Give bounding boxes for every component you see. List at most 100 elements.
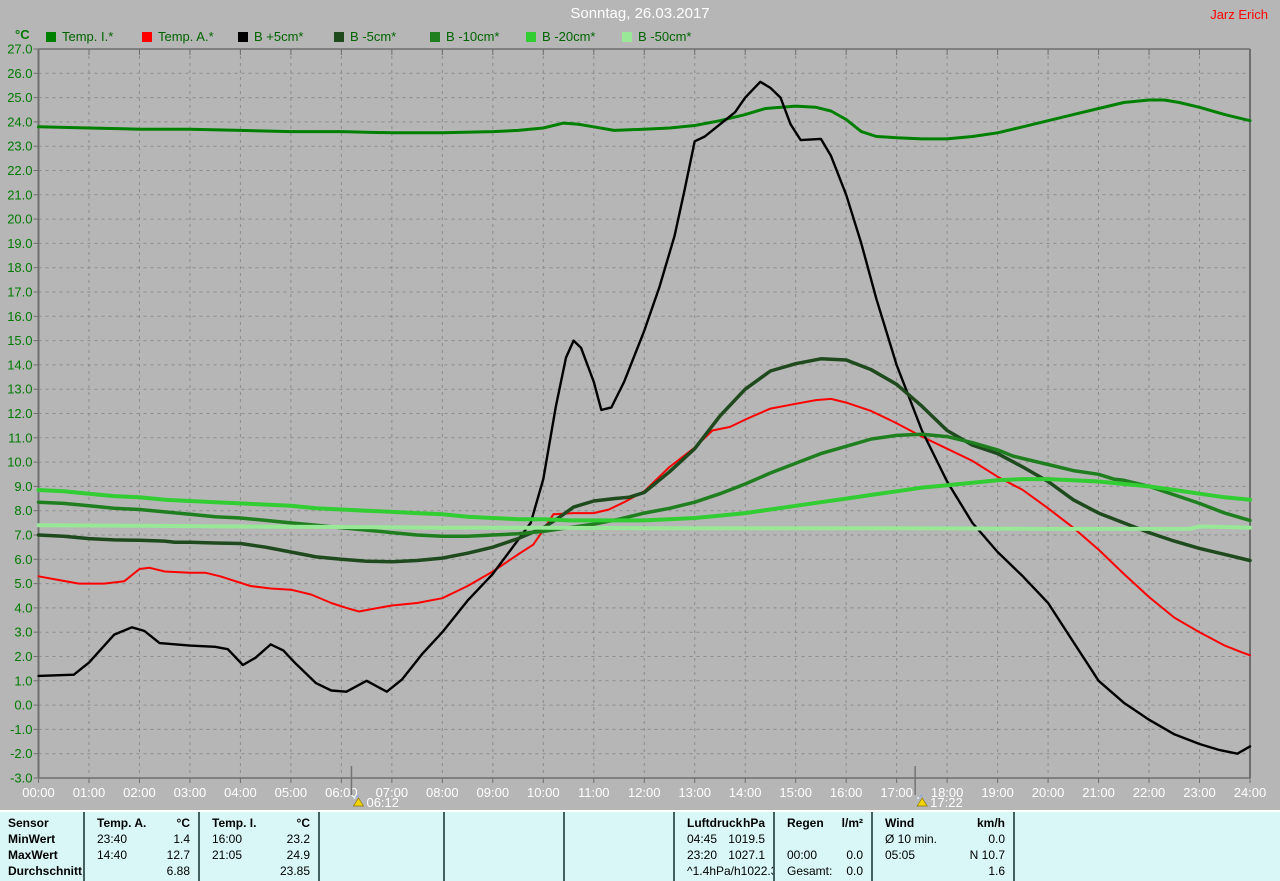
stats-col-header [445, 815, 457, 831]
x-tick-label: 19:00 [981, 785, 1014, 800]
x-tick-label: 12:00 [628, 785, 661, 800]
stats-cell-value [555, 847, 563, 863]
y-tick-label: 23.0 [7, 139, 32, 154]
stats-col-header [1015, 815, 1027, 831]
stats-col-header: Regen [775, 815, 824, 831]
stats-col-header: Temp. A. [85, 815, 146, 831]
stats-cell-value: 0.0 [846, 847, 871, 863]
y-tick-label: 26.0 [7, 66, 32, 81]
stats-cell-time: ^1.4hPa/h [675, 863, 741, 879]
stats-col-temp-i-: Temp. I.°C16:0023.221:0524.923.85 [200, 812, 320, 881]
stats-row-label: Durchschnitt [0, 863, 82, 879]
sunset-icon [917, 798, 927, 806]
x-tick-label: 04:00 [224, 785, 257, 800]
sunrise-time-label: 06:12 [366, 795, 399, 810]
x-tick-label: 09:00 [477, 785, 510, 800]
stats-cell-time [200, 863, 212, 879]
y-tick-label: 17.0 [7, 285, 32, 300]
x-tick-label: 24:00 [1234, 785, 1267, 800]
stats-col-unit: l/m² [842, 815, 871, 831]
x-tick-label: 23:00 [1183, 785, 1216, 800]
stats-cell-value: N 10.7 [970, 847, 1013, 863]
stats-cell-time [445, 831, 457, 847]
y-tick-label: -3.0 [10, 771, 32, 786]
y-tick-label: 12.0 [7, 406, 32, 421]
sunset-time-label: 17:22 [930, 795, 963, 810]
stats-cell-value: 12.7 [167, 847, 198, 863]
sunset-icon-sparkle [917, 797, 919, 799]
stats-cell-value [555, 863, 563, 879]
x-tick-label: 21:00 [1082, 785, 1115, 800]
x-tick-label: 11:00 [578, 785, 610, 800]
y-tick-label: 16.0 [7, 309, 32, 324]
stats-cell-time: 05:05 [873, 847, 915, 863]
x-tick-label: 03:00 [174, 785, 207, 800]
stats-cell-time [445, 847, 457, 863]
y-tick-label: 19.0 [7, 236, 32, 251]
y-tick-label: 9.0 [14, 479, 32, 494]
stats-col-row-labels: SensorMinWertMaxWertDurchschnitt [0, 812, 85, 881]
x-tick-label: 20:00 [1032, 785, 1065, 800]
stats-cell-time [320, 847, 332, 863]
stats-cell-time: 14:40 [85, 847, 127, 863]
y-tick-label: 10.0 [7, 455, 32, 470]
y-tick-label: 22.0 [7, 163, 32, 178]
stats-cell-value: 1.4 [173, 831, 198, 847]
stats-cell-time: 16:00 [200, 831, 242, 847]
y-tick-label: 7.0 [14, 528, 32, 543]
stats-cell-value [665, 847, 673, 863]
stats-cell-time: Gesamt: [775, 863, 832, 879]
stats-col-empty-2 [320, 812, 445, 881]
stats-col-unit [555, 815, 563, 831]
stats-col-empty-8 [1015, 812, 1280, 881]
stats-col-wind: Windkm/hØ 10 min.0.005:05N 10.71.6 [873, 812, 1015, 881]
stats-cell-time [565, 847, 577, 863]
stats-cell-time [1015, 863, 1027, 879]
stats-cell-time [445, 863, 457, 879]
stats-cell-time [320, 863, 332, 879]
y-tick-label: 0.0 [14, 698, 32, 713]
y-tick-label: 11.0 [8, 430, 32, 445]
stats-cell-time [85, 863, 97, 879]
stats-cell-value: 1022.3 [741, 863, 773, 879]
y-tick-label: 13.0 [7, 382, 32, 397]
stats-cell-value: 6.88 [167, 863, 198, 879]
y-tick-label: 4.0 [14, 600, 32, 615]
stats-cell-time [873, 863, 885, 879]
stats-col-luftdruck: LuftdruckhPa04:451019.523:201027.1^1.4hP… [675, 812, 775, 881]
stats-cell-value [435, 863, 443, 879]
stats-cell-time: 21:05 [200, 847, 242, 863]
stats-col-unit [665, 815, 673, 831]
stats-col-unit: °C [297, 815, 318, 831]
stats-cell-value [1272, 847, 1280, 863]
stats-col-header [565, 815, 577, 831]
stats-cell-value: 0.0 [846, 863, 871, 879]
y-tick-label: -2.0 [10, 746, 32, 761]
y-tick-label: 27.0 [7, 42, 32, 57]
y-tick-label: 5.0 [14, 576, 32, 591]
stats-cell-time: Ø 10 min. [873, 831, 937, 847]
stats-col-unit [435, 815, 443, 831]
y-tick-label: 24.0 [7, 114, 32, 129]
stats-cell-value [555, 831, 563, 847]
y-tick-label: 2.0 [14, 649, 32, 664]
y-tick-label: 25.0 [7, 90, 32, 105]
stats-col-empty-3 [445, 812, 565, 881]
x-tick-label: 01:00 [73, 785, 106, 800]
stats-cell-time [1015, 831, 1027, 847]
stats-col-unit: hPa [743, 815, 773, 831]
x-tick-label: 05:00 [275, 785, 308, 800]
stats-col-unit: °C [177, 815, 198, 831]
stats-cell-value [863, 831, 871, 847]
stats-col-unit [1272, 815, 1280, 831]
stats-cell-value [665, 863, 673, 879]
y-tick-label: 20.0 [7, 212, 32, 227]
y-tick-label: 8.0 [14, 503, 32, 518]
stats-table: SensorMinWertMaxWertDurchschnittTemp. A.… [0, 810, 1280, 881]
stats-row-label: Sensor [0, 815, 49, 831]
sunrise-icon-sparkle [356, 795, 358, 797]
stats-col-empty-4 [565, 812, 675, 881]
stats-cell-value [435, 831, 443, 847]
stats-col-header: Temp. I. [200, 815, 256, 831]
y-tick-label: 18.0 [7, 260, 32, 275]
